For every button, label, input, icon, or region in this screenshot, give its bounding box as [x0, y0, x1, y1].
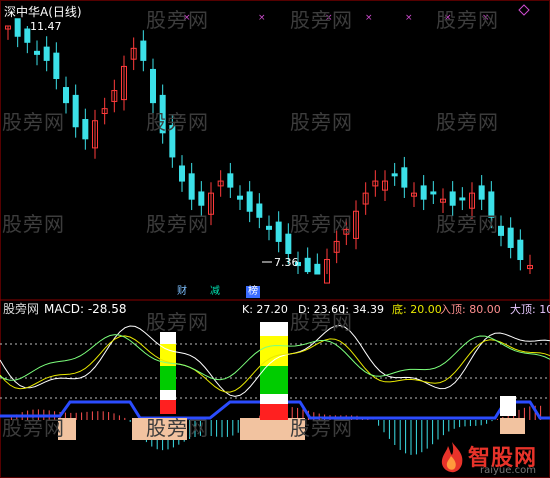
marker-cross: × [365, 13, 373, 23]
candle-body [63, 87, 69, 104]
logo-domain: raiyue.com [480, 465, 536, 476]
kline-chart[interactable]: × × × × × × × [0, 0, 550, 478]
watermark: 股旁网 [436, 110, 499, 134]
marker-cross: × [405, 13, 413, 23]
chart-title: 深中华A(日线) [4, 5, 82, 19]
low-price-label: 7.36 [274, 256, 299, 269]
candle-body [478, 185, 485, 200]
candle-body [449, 191, 456, 206]
watermark: 股旁网 [290, 416, 353, 440]
ru-ding-value: 入顶: 80.00 [440, 303, 501, 316]
flame-icon [441, 442, 463, 473]
signal-bar [500, 396, 516, 406]
stock-chart-window: × × × × × × × 深中华A(日线) 11.47 7.36 财 减 榜 股旁网 MA… [0, 0, 550, 478]
candle-body [140, 40, 147, 61]
candle-body [14, 18, 21, 37]
watermark: 股旁网 [146, 8, 209, 32]
candle-body [227, 173, 234, 188]
candle-body [459, 197, 466, 201]
candle-body [237, 195, 243, 200]
signal-bar [260, 404, 288, 420]
candle-body [72, 94, 79, 128]
indicator-source-label: 股旁网 [3, 302, 40, 316]
candle-body [266, 225, 272, 230]
signal-bar [500, 406, 516, 416]
signal-bar [260, 366, 288, 394]
watermark: 股旁网 [146, 110, 209, 134]
candle-body [314, 263, 321, 275]
candle-body [420, 185, 427, 200]
candle-body [198, 191, 205, 206]
signal-bar [260, 322, 288, 336]
candle-body [53, 52, 60, 79]
marker-cross: × [258, 13, 266, 23]
watermark: 股旁网 [436, 8, 499, 32]
candle-body [507, 227, 514, 248]
candle-body [150, 68, 156, 104]
candle-body [179, 165, 185, 182]
watermark: 股旁网 [2, 110, 65, 134]
signal-bar [260, 336, 288, 366]
signal-bar [260, 394, 288, 404]
candle-body [43, 46, 50, 61]
watermark: 股旁网 [290, 310, 353, 334]
macd-value: MACD: -28.58 [44, 302, 127, 316]
high-price-label: 11.47 [30, 20, 62, 33]
watermark: 股旁网 [146, 416, 209, 440]
watermark: 股旁网 [2, 212, 65, 236]
site-logo: 智股网 raiyue.com [438, 440, 548, 476]
tag-jian[interactable]: 减 [208, 286, 222, 298]
da-ding-value: 大顶: 10 [510, 303, 550, 316]
candle-body [188, 173, 195, 200]
candle-body [304, 257, 311, 273]
signal-bar [160, 366, 176, 390]
candle-body [430, 191, 437, 195]
peach-block [500, 418, 525, 434]
k-value: K: 27.20 [242, 303, 288, 316]
candle-body [34, 50, 40, 55]
watermark: 股旁网 [146, 212, 209, 236]
di-value: 底: 20.00 [392, 303, 442, 316]
watermark: 股旁网 [290, 110, 353, 134]
candle-body [246, 191, 253, 212]
candle-body [285, 233, 292, 254]
watermark: 股旁网 [146, 310, 209, 334]
candle-body [517, 239, 524, 261]
candle-body [256, 203, 263, 218]
tag-bang[interactable]: 榜 [246, 286, 260, 298]
signal-bar [160, 390, 176, 400]
candle-body [401, 167, 408, 188]
candle-body [275, 221, 282, 242]
watermark: 股旁网 [2, 416, 65, 440]
watermark: 股旁网 [290, 8, 353, 32]
watermark: 股旁网 [436, 212, 499, 236]
diamond-icon [518, 4, 530, 16]
candle-body [498, 225, 504, 236]
watermark: 股旁网 [290, 212, 353, 236]
candle-body [391, 173, 398, 177]
candle-body [82, 119, 89, 140]
tag-cai[interactable]: 财 [175, 286, 189, 298]
